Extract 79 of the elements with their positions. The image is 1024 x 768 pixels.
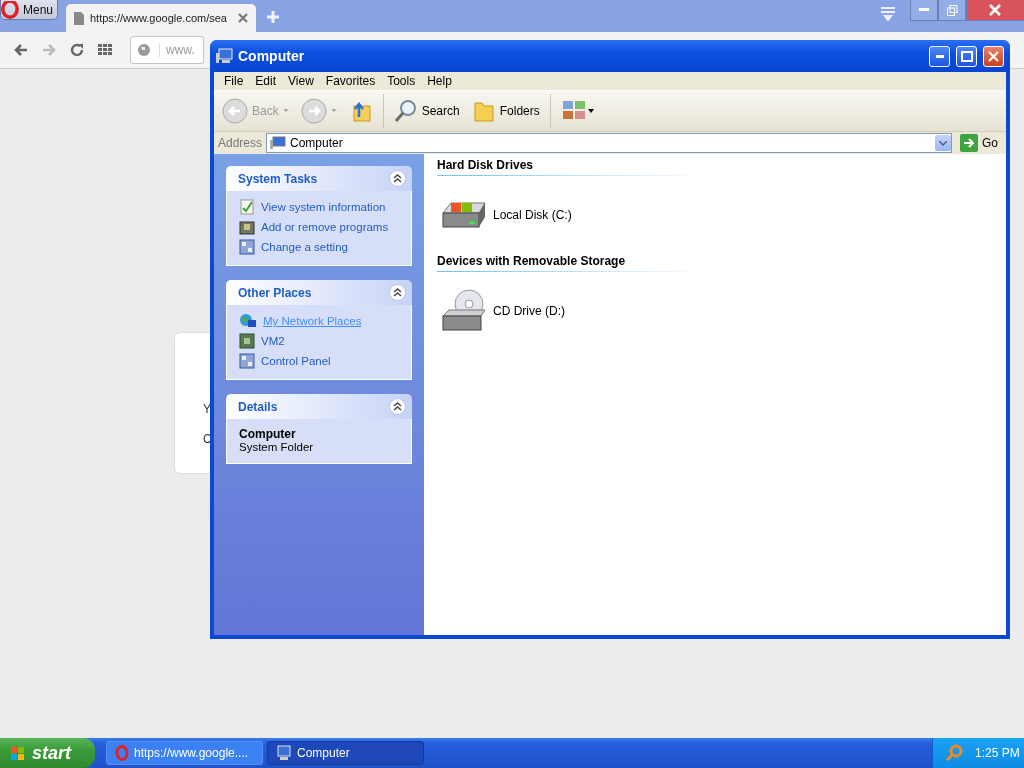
maximize-icon: [960, 50, 973, 62]
close-icon: [238, 13, 248, 23]
panel-title: Details: [238, 399, 278, 414]
details-description: System Folder: [239, 441, 315, 453]
cd-drive-icon: [439, 288, 489, 334]
task-link[interactable]: VM2: [261, 335, 285, 347]
menu-item[interactable]: Tools: [381, 74, 422, 88]
computer-icon: [216, 48, 234, 64]
collapse-button[interactable]: [389, 398, 406, 415]
tab-stack-icon: [880, 5, 896, 21]
windows-flag-icon: [10, 745, 26, 761]
restore-icon: [946, 4, 958, 16]
collapse-button[interactable]: [389, 170, 406, 187]
menu-item[interactable]: Help: [421, 74, 458, 88]
opera-logo-icon: [115, 745, 129, 761]
menu-item[interactable]: View: [282, 74, 320, 88]
menu-item[interactable]: File: [218, 74, 250, 88]
taskbar-button[interactable]: https://www.google....: [106, 741, 263, 765]
maximize-button[interactable]: [956, 45, 977, 67]
task-link[interactable]: Add or remove programs: [261, 221, 389, 233]
double-chevron-icon: [393, 174, 402, 183]
menu-item[interactable]: Edit: [249, 74, 283, 88]
grid-icon: [98, 44, 112, 56]
minimize-button[interactable]: [910, 0, 938, 21]
double-chevron-icon: [393, 402, 402, 411]
panel-title: Other Places: [238, 285, 312, 300]
caret-icon: [330, 109, 337, 113]
dropdown-button[interactable]: [935, 135, 951, 151]
forward-arrow-icon: [42, 44, 56, 56]
collapse-button[interactable]: [389, 284, 406, 301]
address-label: Address: [218, 136, 263, 150]
opera-logo-icon: [1, 0, 19, 19]
browser-menu-button[interactable]: Menu: [0, 0, 58, 20]
program-box-icon: [239, 219, 255, 235]
control-panel-icon: [239, 353, 255, 369]
card-text: Y: [203, 403, 211, 415]
checklist-icon: [239, 199, 255, 215]
close-icon: [989, 4, 1001, 16]
search-icon: [393, 99, 418, 123]
double-chevron-icon: [393, 288, 402, 297]
computer-icon: [276, 745, 292, 761]
task-link[interactable]: View system information: [261, 201, 386, 213]
clock: 1:25 PM: [975, 746, 1020, 760]
group-heading: Hard Disk Drives: [437, 158, 703, 176]
minimize-icon: [935, 54, 944, 58]
window-title: Computer: [238, 48, 306, 64]
menu-item[interactable]: Favorites: [319, 74, 382, 88]
drive-label[interactable]: Local Disk (C:): [493, 208, 572, 222]
reload-icon: [70, 43, 84, 57]
minimize-icon: [919, 8, 929, 12]
globe-monitor-icon: [239, 313, 257, 329]
new-tab-plus-icon: [266, 10, 280, 24]
address-field[interactable]: Computer: [266, 133, 952, 153]
task-link[interactable]: Control Panel: [261, 355, 331, 367]
browser-tab[interactable]: https://www.google.com/sea: [66, 4, 256, 32]
back-arrow-icon: [14, 44, 28, 56]
restore-button[interactable]: [938, 0, 966, 21]
page-icon: [74, 11, 84, 25]
details-name: Computer: [239, 427, 297, 441]
folders-button[interactable]: Folders: [469, 95, 542, 127]
start-button[interactable]: start: [0, 738, 95, 768]
magnifier-icon: [945, 744, 963, 762]
taskbar-button[interactable]: Computer: [267, 741, 424, 765]
chip-board-icon: [239, 333, 255, 349]
folder-icon: [471, 99, 496, 123]
arrow-right-icon: [960, 134, 978, 152]
task-link[interactable]: Change a setting: [261, 241, 348, 253]
drive-label[interactable]: CD Drive (D:): [493, 304, 565, 318]
computer-icon: [270, 136, 287, 150]
search-button[interactable]: Search: [391, 95, 462, 127]
group-heading: Devices with Removable Storage: [437, 254, 703, 272]
caret-icon: [939, 140, 947, 146]
control-panel-icon: [239, 239, 255, 255]
go-button[interactable]: Go: [956, 133, 1002, 153]
globe-icon: [137, 43, 151, 57]
caret-icon: [282, 109, 289, 113]
close-icon: [988, 50, 999, 62]
panel-title: System Tasks: [238, 171, 318, 186]
close-button[interactable]: [966, 0, 1024, 21]
